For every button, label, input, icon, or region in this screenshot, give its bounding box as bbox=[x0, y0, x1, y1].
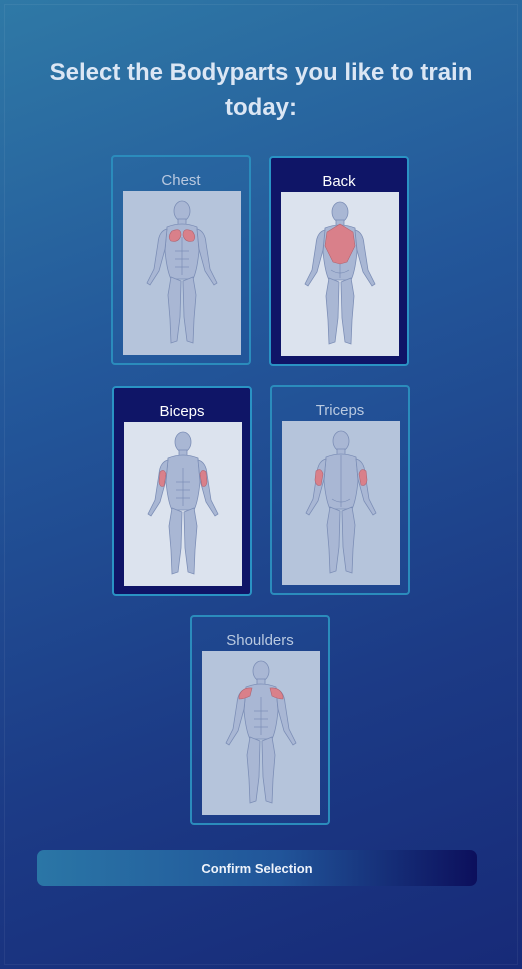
card-label: Triceps bbox=[315, 402, 365, 419]
confirm-selection-button[interactable]: Confirm Selection bbox=[37, 850, 477, 886]
bodypart-card-triceps[interactable]: Triceps bbox=[270, 385, 410, 595]
card-label: Shoulders bbox=[226, 632, 294, 649]
card-label: Back bbox=[322, 173, 356, 190]
bodypart-card-back[interactable]: Back bbox=[269, 156, 409, 366]
bodypart-card-shoulders[interactable]: Shoulders bbox=[190, 615, 330, 825]
card-label: Biceps bbox=[159, 403, 205, 420]
back-muscle-figure bbox=[281, 192, 399, 356]
chest-muscle-figure bbox=[123, 191, 241, 355]
biceps-muscle-figure bbox=[124, 422, 242, 586]
bodypart-card-chest[interactable]: Chest bbox=[111, 155, 251, 365]
bodypart-card-biceps[interactable]: Biceps bbox=[112, 386, 252, 596]
shoulders-muscle-figure bbox=[202, 651, 320, 815]
triceps-muscle-figure bbox=[282, 421, 400, 585]
card-label: Chest bbox=[161, 172, 201, 189]
page-title: Select the Bodyparts you like to train t… bbox=[49, 59, 473, 121]
